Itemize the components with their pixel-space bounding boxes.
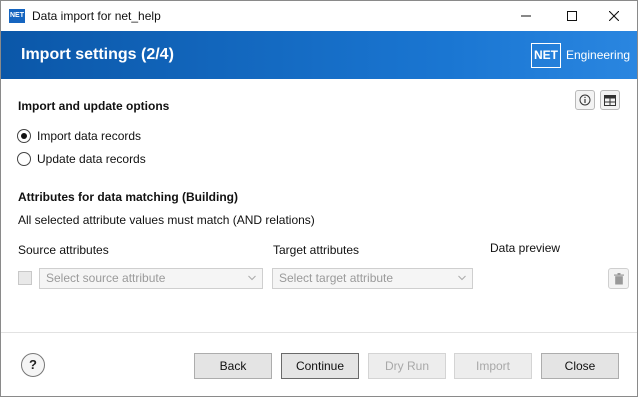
help-button[interactable]: ?: [21, 353, 45, 377]
chevron-down-icon: [248, 275, 256, 281]
table-icon: [604, 94, 616, 106]
info-icon: [579, 94, 591, 106]
close-button[interactable]: Close: [541, 353, 619, 379]
target-attribute-placeholder: Select target attribute: [279, 271, 394, 285]
continue-button[interactable]: Continue: [281, 353, 359, 379]
window-title: Data import for net_help: [32, 9, 161, 23]
update-records-radio[interactable]: [17, 152, 31, 166]
update-records-label: Update data records: [37, 152, 146, 166]
match-row-checkbox[interactable]: [18, 271, 32, 285]
delete-row-button[interactable]: [608, 268, 629, 289]
maximize-button[interactable]: [549, 1, 595, 31]
dialog-window: NET Data import for net_help Import sett…: [0, 0, 638, 397]
logo-mark: NET: [531, 43, 561, 68]
back-button[interactable]: Back: [194, 353, 272, 379]
info-button[interactable]: [575, 90, 595, 110]
target-attribute-select[interactable]: Select target attribute: [272, 268, 473, 289]
data-preview-header: Data preview: [490, 241, 561, 255]
dry-run-button[interactable]: Dry Run: [368, 353, 446, 379]
footer-divider: [1, 332, 637, 333]
maximize-icon: [567, 11, 577, 21]
header-banner: Import settings (2/4) NET Engineering: [1, 31, 637, 79]
import-button[interactable]: Import: [454, 353, 532, 379]
import-records-label: Import data records: [37, 129, 142, 143]
source-attribute-placeholder: Select source attribute: [46, 271, 166, 285]
import-records-radio[interactable]: [17, 129, 31, 143]
table-view-button[interactable]: [600, 90, 620, 110]
matching-description: All selected attribute values must match…: [18, 213, 315, 227]
chevron-down-icon: [458, 275, 466, 281]
minimize-button[interactable]: [503, 1, 549, 31]
close-icon: [609, 11, 619, 21]
matching-heading: Attributes for data matching (Building): [18, 190, 238, 204]
source-attribute-select[interactable]: Select source attribute: [39, 268, 263, 289]
logo-text: Engineering: [566, 48, 631, 62]
minimize-icon: [521, 15, 531, 17]
close-window-button[interactable]: [591, 1, 637, 31]
source-attributes-header: Source attributes: [18, 243, 109, 257]
title-bar: NET Data import for net_help: [1, 1, 637, 31]
trash-icon: [613, 272, 624, 284]
page-title: Import settings (2/4): [21, 46, 174, 63]
app-icon: NET: [9, 9, 25, 23]
target-attributes-header: Target attributes: [273, 243, 360, 257]
import-options-heading: Import and update options: [18, 99, 170, 113]
